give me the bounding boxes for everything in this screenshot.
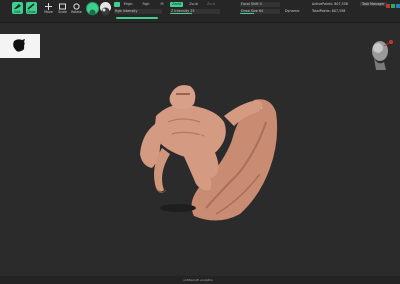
rgb-indicator-icon (386, 4, 400, 8)
z-intensity-fill (170, 13, 192, 14)
edit-button-label: Edit (14, 10, 21, 14)
model-thumbnail[interactable] (0, 34, 40, 58)
move-button-label: Move (44, 10, 53, 14)
move-button[interactable]: Move (43, 2, 54, 14)
edit-icon (14, 4, 21, 9)
draw-size-slider[interactable]: Draw Size 64 (240, 9, 280, 14)
material-sphere-icon (101, 7, 110, 16)
footer-text: untitled.ztl sculptris (183, 278, 213, 282)
dynamic-toggle[interactable]: Dynamic (285, 9, 300, 13)
a-mode-button[interactable] (114, 2, 120, 7)
edit-button[interactable]: Edit (12, 2, 23, 14)
top-toolbar: Edit Draw Move Scale Rotate Mrgb Rgb M Z… (0, 0, 400, 23)
brush-selector[interactable] (86, 2, 99, 16)
focal-shift-label: Focal Shift 0 (241, 2, 262, 6)
brush-progress-bar (116, 17, 158, 19)
draw-size-fill (240, 13, 254, 14)
model-silhouette-icon (13, 39, 25, 52)
focal-shift-slider[interactable]: Focal Shift 0 (240, 2, 280, 7)
material-selector[interactable] (100, 2, 111, 16)
active-points-readout: ActivePoints: 807,558 (312, 2, 348, 6)
rgb-intensity-label: Rgb Intensity (115, 9, 138, 13)
draw-icon (27, 3, 35, 10)
scale-button-label: Scale (58, 10, 67, 14)
draw-button-label: Draw (27, 10, 36, 14)
move-icon (45, 3, 52, 10)
rotate-button[interactable]: Rotate (71, 2, 82, 14)
zsub-button[interactable]: Zsub (187, 2, 200, 7)
total-points-readout: TotalPoints: 807,558 (312, 9, 346, 13)
draw-button[interactable]: Draw (26, 2, 37, 14)
task-manager-tooltip: Task Manager (360, 2, 387, 6)
zcut-button[interactable]: Zcut (205, 2, 217, 7)
z-intensity-slider[interactable]: Z Intensity 25 (170, 9, 220, 14)
sculpt-model[interactable] (120, 82, 280, 226)
rgb-button[interactable]: Rgb (141, 2, 151, 7)
rotate-icon (73, 3, 80, 10)
zadd-button[interactable]: Zadd (170, 2, 183, 7)
mrgb-button[interactable]: Mrgb (122, 2, 134, 7)
scale-icon (59, 3, 66, 10)
rgb-intensity-slider[interactable]: Rgb Intensity (114, 9, 162, 14)
m-button[interactable]: M (158, 2, 166, 7)
rotate-button-label: Rotate (71, 10, 82, 14)
brush-icon (89, 9, 96, 16)
navigation-head-icon[interactable] (364, 36, 396, 72)
scale-button[interactable]: Scale (57, 2, 68, 14)
